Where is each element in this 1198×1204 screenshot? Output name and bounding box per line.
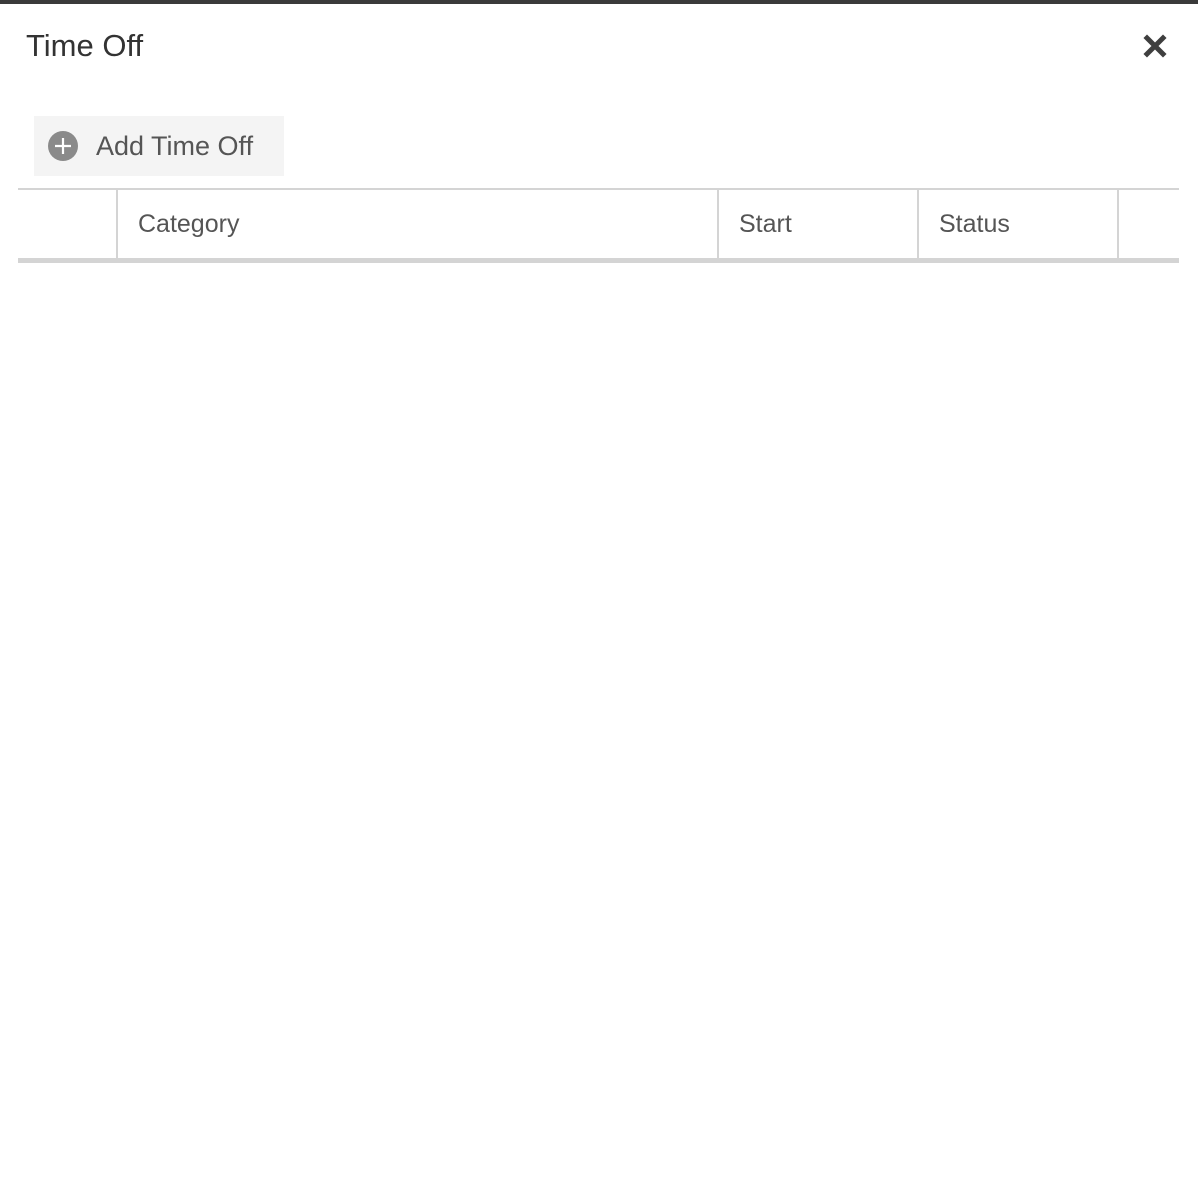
column-header-select[interactable] bbox=[18, 190, 118, 258]
column-header-status[interactable]: Status bbox=[919, 190, 1119, 258]
column-header-actions bbox=[1119, 190, 1179, 258]
column-header-start[interactable]: Start bbox=[719, 190, 919, 258]
time-off-dialog: Time Off Add Time Off Category Start Sta… bbox=[0, 4, 1198, 1204]
close-button[interactable] bbox=[1139, 30, 1171, 62]
column-header-category[interactable]: Category bbox=[118, 190, 719, 258]
add-time-off-label: Add Time Off bbox=[96, 131, 254, 161]
plus-circle-icon bbox=[48, 131, 78, 161]
add-time-off-button[interactable]: Add Time Off bbox=[34, 116, 284, 176]
close-x-icon bbox=[1143, 34, 1167, 58]
time-off-grid-header: Category Start Status bbox=[18, 188, 1179, 263]
dialog-title: Time Off bbox=[26, 28, 144, 63]
